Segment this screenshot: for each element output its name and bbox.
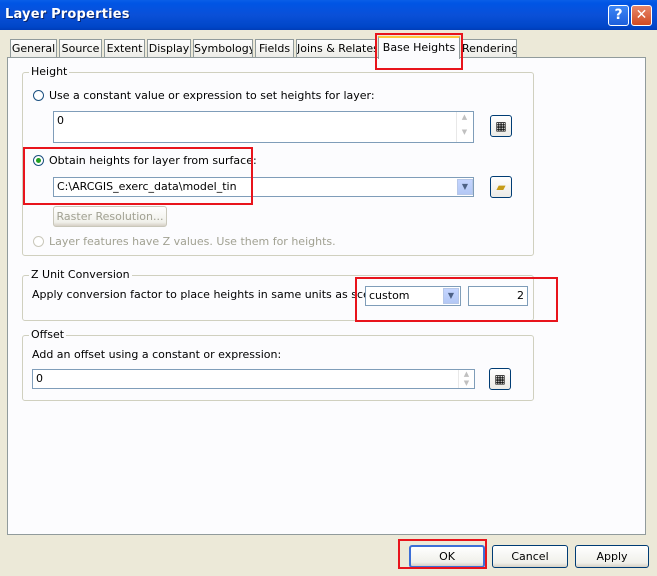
z-factor-value: 2 bbox=[517, 289, 524, 302]
help-button[interactable]: ? bbox=[608, 5, 629, 26]
constant-calculator-button[interactable]: ▦ bbox=[490, 115, 512, 137]
raster-resolution-button[interactable]: Raster Resolution... bbox=[53, 206, 167, 227]
height-group: Height Use a constant value or expressio… bbox=[22, 65, 534, 256]
tab-panel-base-heights: Height Use a constant value or expressio… bbox=[7, 57, 646, 535]
browse-surface-button[interactable]: ▰ bbox=[490, 176, 512, 198]
z-unit-conversion-group: Z Unit Conversion Apply conversion facto… bbox=[22, 268, 534, 321]
surface-radio[interactable] bbox=[33, 155, 44, 166]
close-button[interactable]: ✕ bbox=[631, 5, 652, 26]
calculator-icon: ▦ bbox=[495, 119, 507, 133]
constant-radio[interactable] bbox=[33, 90, 44, 101]
tab-symbology[interactable]: Symbology bbox=[193, 39, 253, 58]
offset-calculator-button[interactable]: ▦ bbox=[489, 368, 511, 390]
offset-legend: Offset bbox=[29, 328, 67, 341]
cancel-button[interactable]: Cancel bbox=[492, 545, 568, 568]
offset-group: Offset Add an offset using a constant or… bbox=[22, 328, 534, 401]
spin-up-icon[interactable]: ▲ bbox=[457, 112, 472, 127]
constant-expression-value: 0 bbox=[57, 114, 64, 127]
ok-button[interactable]: OK bbox=[409, 545, 485, 568]
spin-down-icon[interactable]: ▼ bbox=[457, 127, 472, 142]
zvalues-label: Layer features have Z values. Use them f… bbox=[49, 235, 336, 248]
tab-rendering[interactable]: Rendering bbox=[461, 39, 517, 58]
z-unit-legend: Z Unit Conversion bbox=[29, 268, 132, 281]
height-group-legend: Height bbox=[29, 65, 70, 78]
tab-general[interactable]: General bbox=[10, 39, 57, 58]
z-unit-dropdown-value: custom bbox=[369, 289, 410, 302]
layer-properties-dialog: Layer Properties ? ✕ General Source Exte… bbox=[0, 0, 657, 576]
tab-base-heights[interactable]: Base Heights bbox=[378, 36, 460, 59]
title-bar[interactable]: Layer Properties ? ✕ bbox=[0, 0, 657, 30]
tab-strip: General Source Extent Display Symbology … bbox=[0, 36, 657, 59]
calculator-icon: ▦ bbox=[494, 372, 506, 386]
tab-display[interactable]: Display bbox=[147, 39, 191, 58]
tab-fields[interactable]: Fields bbox=[255, 39, 294, 58]
surface-label: Obtain heights for layer from surface: bbox=[49, 154, 257, 167]
offset-input[interactable]: 0 bbox=[32, 369, 475, 389]
offset-spinner[interactable]: ▲ ▼ bbox=[458, 370, 474, 388]
tab-source[interactable]: Source bbox=[59, 39, 102, 58]
offset-label: Add an offset using a constant or expres… bbox=[32, 348, 282, 361]
zvalues-radio[interactable] bbox=[33, 236, 44, 247]
constant-spinner[interactable]: ▲ ▼ bbox=[456, 112, 472, 142]
apply-button[interactable]: Apply bbox=[575, 545, 649, 568]
offset-value: 0 bbox=[36, 372, 43, 385]
window-title: Layer Properties bbox=[5, 7, 130, 22]
surface-dropdown-arrow[interactable]: ▼ bbox=[457, 179, 473, 195]
offset-spin-down-icon[interactable]: ▼ bbox=[459, 379, 474, 388]
offset-spin-up-icon[interactable]: ▲ bbox=[459, 370, 474, 379]
open-folder-icon: ▰ bbox=[496, 180, 506, 194]
z-unit-dropdown-arrow[interactable]: ▼ bbox=[443, 288, 459, 304]
z-unit-label: Apply conversion factor to place heights… bbox=[32, 288, 388, 301]
tab-joins-relates[interactable]: Joins & Relates bbox=[296, 39, 376, 58]
z-factor-input[interactable]: 2 bbox=[468, 286, 528, 306]
constant-label: Use a constant value or expression to se… bbox=[49, 89, 375, 102]
surface-dropdown[interactable]: C:\ARCGIS_exerc_data\model_tin bbox=[53, 177, 474, 197]
constant-expression-input[interactable]: 0 bbox=[53, 111, 474, 143]
surface-dropdown-value: C:\ARCGIS_exerc_data\model_tin bbox=[57, 180, 237, 193]
radio-selected-dot bbox=[36, 158, 41, 163]
tab-extent[interactable]: Extent bbox=[104, 39, 145, 58]
